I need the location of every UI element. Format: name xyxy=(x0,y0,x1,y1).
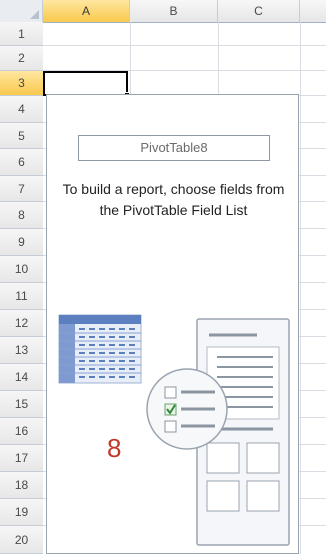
column-header-c[interactable]: C xyxy=(218,0,300,22)
row-header-6[interactable]: 6 xyxy=(0,149,43,176)
pivottable-name: PivotTable8 xyxy=(78,135,270,161)
row-header-20[interactable]: 20 xyxy=(0,526,43,554)
pivottable-instructions: To build a report, choose fields from th… xyxy=(62,181,285,218)
select-all-corner-icon xyxy=(30,10,39,19)
select-all-button[interactable] xyxy=(0,0,43,22)
grid-line xyxy=(43,45,326,46)
blue-table-graphic xyxy=(58,314,142,384)
field-list-checkbox-icon xyxy=(146,368,228,450)
row-header-13[interactable]: 13 xyxy=(0,337,43,364)
row-header-7[interactable]: 7 xyxy=(0,176,43,202)
row-header-11[interactable]: 11 xyxy=(0,283,43,310)
pivot-table-layout-icon xyxy=(58,314,290,546)
row-header-5[interactable]: 5 xyxy=(0,123,43,149)
row-header-1[interactable]: 1 xyxy=(0,22,43,46)
row-header-10[interactable]: 10 xyxy=(0,256,43,283)
spreadsheet: A B C 1 2 3 4 5 6 7 8 9 10 11 12 13 14 1… xyxy=(0,0,326,554)
annotation-number: 8 xyxy=(107,433,122,463)
row-header-16[interactable]: 16 xyxy=(0,418,43,445)
column-header-b[interactable]: B xyxy=(130,0,218,22)
pivottable-placeholder[interactable]: PivotTable8 To build a report, choose fi… xyxy=(46,94,299,554)
row-header-14[interactable]: 14 xyxy=(0,364,43,391)
column-header-bar: A B C xyxy=(0,0,326,23)
column-header-a[interactable]: A xyxy=(43,0,130,22)
row-header-2[interactable]: 2 xyxy=(0,46,43,71)
row-header-4[interactable]: 4 xyxy=(0,96,43,123)
active-cell-a3[interactable] xyxy=(43,71,128,96)
row-header-19[interactable]: 19 xyxy=(0,499,43,526)
row-header-column: 1 2 3 4 5 6 7 8 9 10 11 12 13 14 15 16 1… xyxy=(0,22,43,554)
grid-line xyxy=(300,22,301,554)
row-header-3[interactable]: 3 xyxy=(0,71,43,96)
row-header-17[interactable]: 17 xyxy=(0,445,43,472)
row-header-12[interactable]: 12 xyxy=(0,310,43,337)
row-header-15[interactable]: 15 xyxy=(0,391,43,418)
row-header-18[interactable]: 18 xyxy=(0,472,43,499)
row-header-9[interactable]: 9 xyxy=(0,229,43,256)
row-header-8[interactable]: 8 xyxy=(0,202,43,229)
column-header-next[interactable] xyxy=(300,0,326,22)
